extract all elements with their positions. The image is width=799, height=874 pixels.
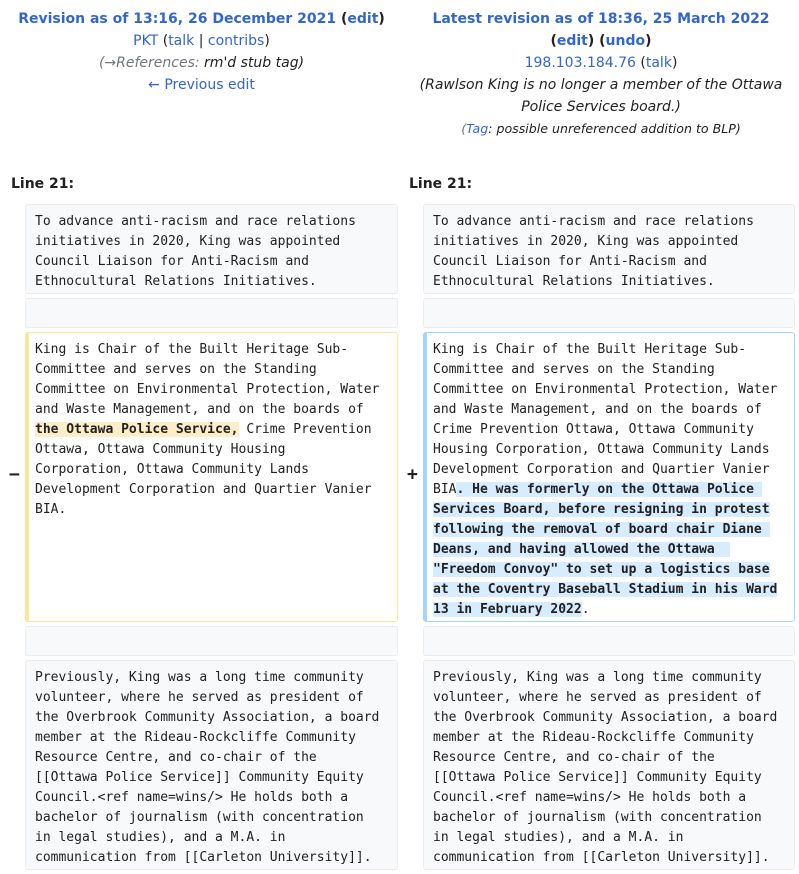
left-edit-link[interactable]: edit	[347, 11, 378, 27]
right-user-line: 198.103.184.76 (talk)	[524, 55, 678, 71]
left-revision-title: Revision as of 13:16, 26 December 2021 (…	[18, 11, 385, 27]
right-revision-link[interactable]: Latest revision as of 18:36, 25 March 20…	[432, 11, 769, 27]
left-contribs-link[interactable]: contribs	[208, 33, 264, 49]
left-talk-link[interactable]: talk	[168, 33, 194, 49]
left-line-number: Line 21:	[11, 176, 75, 192]
left-context-cell-2: Previously, King was a long time communi…	[25, 660, 398, 870]
left-revision-header: Revision as of 13:16, 26 December 2021 (…	[0, 8, 403, 96]
right-revision-title: Latest revision as of 18:36, 25 March 20…	[403, 8, 799, 30]
left-empty-context-cell	[25, 298, 398, 328]
added-line-cell: King is Chair of the Built Heritage Sub-…	[423, 332, 795, 622]
left-edit-summary: (→References: rm'd stub tag)	[0, 52, 403, 74]
left-context-cell: To advance anti-racism and race relation…	[25, 204, 398, 294]
right-empty-context-cell	[423, 298, 795, 328]
left-summary-text: rm'd stub tag)	[204, 55, 305, 71]
right-user-link[interactable]: 198.103.184.76	[525, 55, 636, 71]
left-user-line: PKT (talk | contribs)	[133, 33, 270, 49]
added-highlight: . He was formerly on the Ottawa Police S…	[433, 482, 778, 617]
tag-link[interactable]: Tag	[466, 121, 488, 136]
right-edit-link[interactable]: edit	[557, 33, 588, 49]
right-revision-header: Latest revision as of 18:36, 25 March 20…	[403, 8, 799, 140]
right-line-number: Line 21:	[409, 176, 473, 192]
deleted-highlight: the Ottawa Police Service,	[35, 422, 239, 437]
right-context-cell-2: Previously, King was a long time communi…	[423, 660, 795, 870]
left-user-link[interactable]: PKT	[133, 33, 158, 49]
tag-text: : possible unreferenced addition to BLP)	[488, 121, 741, 136]
previous-edit-link[interactable]: ← Previous edit	[148, 77, 255, 93]
added-text-before: King is Chair of the Built Heritage Sub-…	[433, 342, 778, 497]
deleted-line-marker: −	[9, 464, 20, 485]
right-empty-context-cell-2	[423, 626, 795, 656]
deleted-line-cell: King is Chair of the Built Heritage Sub-…	[25, 332, 398, 622]
added-text-after: .	[581, 602, 590, 617]
right-context-cell: To advance anti-racism and race relation…	[423, 204, 795, 294]
added-line-marker: +	[407, 464, 418, 485]
left-empty-context-cell-2	[25, 626, 398, 656]
undo-link[interactable]: undo	[606, 33, 646, 49]
right-talk-link[interactable]: talk	[646, 55, 672, 71]
right-action-links: (edit) (undo)	[550, 33, 652, 49]
left-revision-link[interactable]: Revision as of 13:16, 26 December 2021	[18, 11, 336, 27]
left-summary-section: (→References:	[98, 55, 205, 71]
deleted-text-before: King is Chair of the Built Heritage Sub-…	[35, 342, 380, 417]
right-edit-summary: (Rawlson King is no longer a member of t…	[419, 77, 783, 115]
right-tag-line: (Tag: possible unreferenced addition to …	[461, 121, 741, 136]
